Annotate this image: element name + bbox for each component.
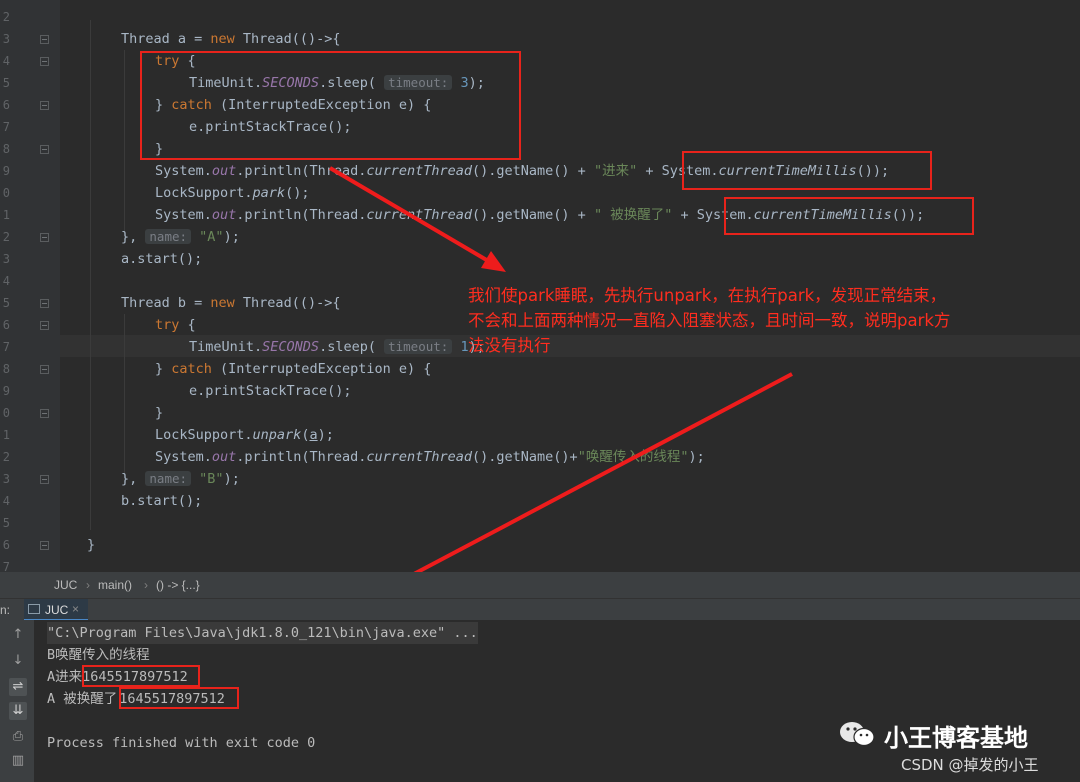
fold-marker-icon[interactable] — [40, 101, 49, 110]
line-number: 3 — [2, 252, 10, 266]
line-number: 5 — [2, 296, 10, 310]
run-panel-label: n: — [0, 603, 11, 617]
line-number: 8 — [2, 362, 10, 376]
line-number: 4 — [2, 274, 10, 288]
run-tab-label: JUC — [45, 603, 69, 617]
code-line: a.start(); — [121, 251, 203, 267]
run-tool-window-header: n: JUC × — [0, 598, 1080, 621]
fold-marker-icon[interactable] — [40, 35, 49, 44]
code-line: LockSupport.unpark(a); — [155, 427, 334, 443]
line-number: 2 — [2, 230, 10, 244]
line-number: 0 — [2, 186, 10, 200]
watermark-csdn: CSDN @掉发的小王 — [901, 756, 1039, 774]
code-line: } — [87, 537, 96, 553]
line-number: 8 — [2, 142, 10, 156]
highlight-box-millis-woken — [724, 197, 974, 235]
wechat-icon — [838, 720, 878, 748]
fold-marker-icon[interactable] — [40, 541, 49, 550]
code-line: b.start(); — [121, 493, 203, 509]
highlight-box-try-block — [140, 51, 521, 160]
indent-guide — [124, 50, 125, 240]
console-line-exit: Process finished with exit code 0 — [47, 735, 316, 751]
breadcrumb-separator: › — [86, 578, 90, 592]
print-icon[interactable]: ⎙ — [9, 728, 27, 746]
code-line: e.printStackTrace(); — [189, 383, 352, 399]
line-number: 3 — [2, 32, 10, 46]
fold-marker-icon[interactable] — [40, 57, 49, 66]
indent-guide — [124, 314, 125, 484]
console-line: B唤醒传入的线程 — [47, 647, 150, 663]
fold-marker-icon[interactable] — [40, 475, 49, 484]
breadcrumb-separator: › — [144, 578, 148, 592]
line-number: 5 — [2, 516, 10, 530]
fold-marker-icon[interactable] — [40, 233, 49, 242]
line-number: 1 — [2, 428, 10, 442]
highlight-box-timestamp-1 — [82, 665, 200, 687]
code-line: } catch (InterruptedException e) { — [155, 361, 432, 377]
arrow-down-icon[interactable]: ↓ — [9, 652, 27, 670]
line-number: 5 — [2, 76, 10, 90]
line-number: 2 — [2, 10, 10, 24]
parameter-hint: timeout: — [384, 339, 453, 354]
code-line: Thread b = new Thread(()->{ — [121, 295, 341, 311]
breadcrumb: JUC › main() › () -> {...} — [0, 572, 1080, 598]
line-number: 2 — [2, 450, 10, 464]
close-icon[interactable]: × — [72, 602, 79, 616]
fold-marker-icon[interactable] — [40, 409, 49, 418]
watermark-brand: 小王博客基地 — [884, 724, 1028, 752]
code-line: System.out.println(Thread.currentThread(… — [155, 449, 705, 465]
line-number: 0 — [2, 406, 10, 420]
breadcrumb-item-lambda[interactable]: () -> {...} — [156, 578, 200, 592]
code-line: }, name: "A"); — [121, 229, 240, 245]
code-line: LockSupport.park(); — [155, 185, 310, 201]
line-number: 4 — [2, 494, 10, 508]
line-number: 6 — [2, 318, 10, 332]
code-line: Thread a = new Thread(()->{ — [121, 31, 341, 47]
annotation-text: 我们使park睡眠，先执行unpark，在执行park，发现正常结束， 不会和上… — [468, 286, 951, 355]
code-line: TimeUnit.SECONDS.sleep( timeout: 1); — [189, 339, 485, 355]
line-number: 3 — [2, 472, 10, 486]
line-number: 6 — [2, 538, 10, 552]
highlight-box-timestamp-2 — [119, 687, 239, 709]
highlight-box-millis-enter — [682, 151, 932, 190]
line-number: 4 — [2, 54, 10, 68]
parameter-hint: name: — [145, 229, 192, 244]
soft-wrap-icon[interactable]: ⇌ — [9, 678, 27, 696]
line-number: 7 — [2, 340, 10, 354]
code-line: } — [155, 405, 164, 421]
fold-marker-icon[interactable] — [40, 365, 49, 374]
breadcrumb-item-class[interactable]: JUC — [54, 578, 77, 592]
run-tab-juc[interactable]: JUC × — [24, 599, 88, 621]
line-number: 1 — [2, 208, 10, 222]
scroll-to-end-icon[interactable]: ⇊ — [9, 702, 27, 720]
console-toolbar: ↑ ↓ ⇌ ⇊ ⎙ ▥ — [0, 620, 34, 782]
line-number: 7 — [2, 120, 10, 134]
arrow-up-icon[interactable]: ↑ — [9, 626, 27, 644]
indent-guide — [90, 20, 91, 530]
trash-icon[interactable]: ▥ — [9, 752, 27, 770]
console-line-command: "C:\Program Files\Java\jdk1.8.0_121\bin\… — [47, 622, 478, 644]
line-number: 9 — [2, 384, 10, 398]
console-icon — [28, 604, 40, 614]
code-line: try { — [155, 317, 196, 333]
fold-marker-icon[interactable] — [40, 145, 49, 154]
code-line: }, name: "B"); — [121, 471, 240, 487]
fold-marker-icon[interactable] — [40, 321, 49, 330]
line-number: 6 — [2, 98, 10, 112]
editor-gutter: 2 3 4 5 6 7 8 9 0 1 2 3 4 5 6 7 8 9 0 1 … — [0, 0, 60, 574]
breadcrumb-item-method[interactable]: main() — [98, 578, 132, 592]
fold-marker-icon[interactable] — [40, 299, 49, 308]
parameter-hint: name: — [145, 471, 192, 486]
line-number: 9 — [2, 164, 10, 178]
